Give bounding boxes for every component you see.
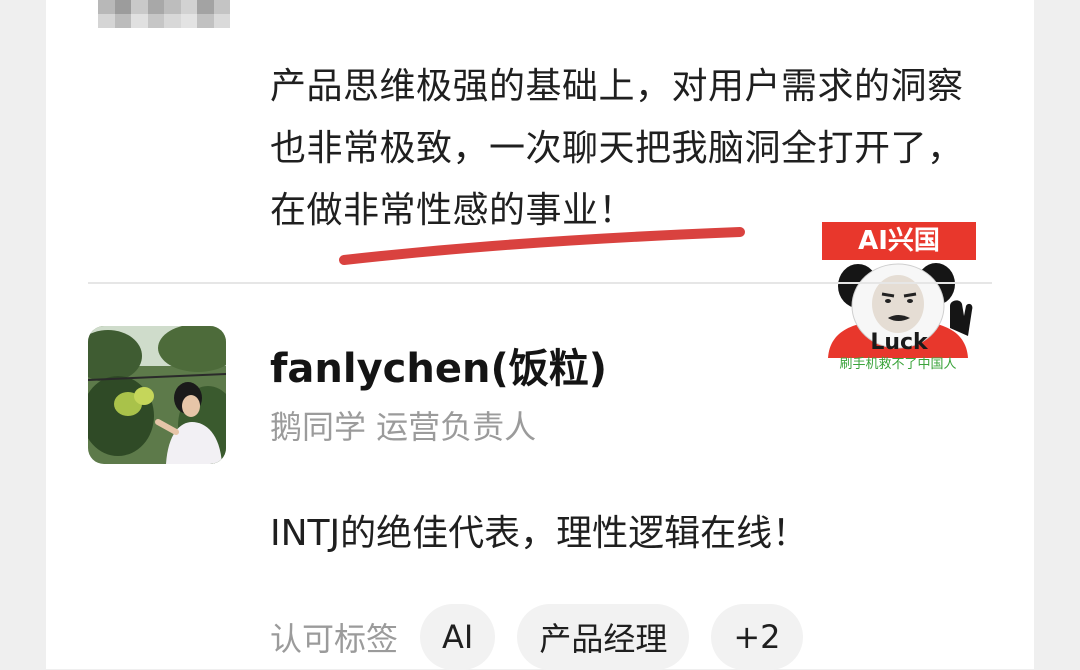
review-text-highlight: 在做非常性感的事业！ [270,190,636,231]
hand-drawn-underline [339,227,745,265]
avatar-photo [88,326,226,464]
user-name[interactable]: fanlychen(饭粒) [270,336,607,394]
tags-row: 认可标签 AI 产品经理 +2 [270,604,803,670]
tags-label: 认可标签 [270,620,399,658]
user-comment: INTJ的绝佳代表，理性逻辑在线！ [270,513,809,554]
user-avatar[interactable] [88,326,226,464]
blurred-avatar [98,0,230,28]
review-text-main: 产品思维极强的基础上，对用户需求的洞察也非常极致，一次聊天把我脑洞全打开了， [270,66,964,169]
user-role: 鹅同学 运营负责人 [270,408,537,446]
sticker-caption: 刷手机救不了中国人 [839,357,957,372]
review-text: 产品思维极强的基础上，对用户需求的洞察也非常极致，一次聊天把我脑洞全打开了， 在做… [270,56,990,242]
tag-more[interactable]: +2 [711,604,803,670]
tag-ai[interactable]: AI [420,604,496,670]
sticker-luck-text: Luck [870,330,928,355]
divider [88,282,992,284]
meme-sticker: AI兴国 Luck 刷手机救不了中国人 [818,222,978,372]
tag-product-manager[interactable]: 产品经理 [517,604,690,670]
sticker-banner: AI兴国 [822,222,976,260]
